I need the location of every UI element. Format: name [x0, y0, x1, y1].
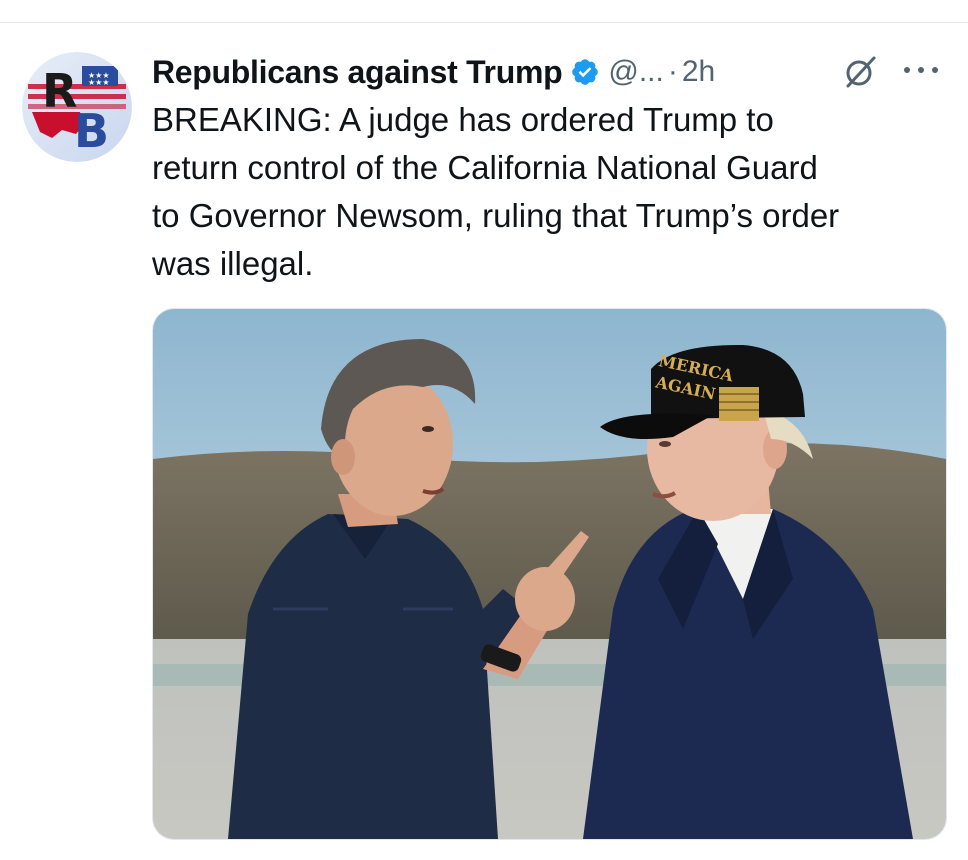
top-divider [0, 22, 968, 23]
tweet-text: BREAKING: A judge has ordered Trump to r… [152, 101, 840, 282]
tweet-header: Republicans against Trump @... · 2h [152, 50, 715, 94]
avatar[interactable]: ★★★ ★★★ R B RB [22, 52, 132, 162]
svg-text:B: B [74, 104, 109, 158]
separator-dot: · [667, 55, 678, 88]
svg-text:R: R [42, 64, 77, 118]
more-options-icon[interactable] [900, 62, 942, 78]
grok-icon[interactable] [840, 52, 880, 92]
user-handle[interactable]: @... [608, 55, 663, 89]
display-name[interactable]: Republicans against Trump [152, 54, 563, 91]
verified-badge-icon [572, 59, 599, 85]
timestamp[interactable]: 2h [682, 55, 715, 89]
tweet-image[interactable]: MERICA AGAIN [152, 308, 947, 840]
svg-text:★★★: ★★★ [88, 78, 110, 87]
